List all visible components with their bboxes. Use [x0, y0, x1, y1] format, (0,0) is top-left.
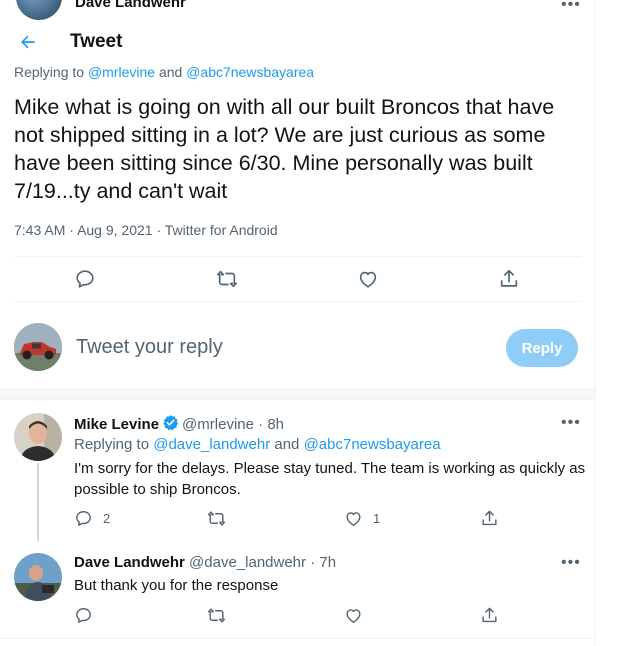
- separator: ·: [258, 416, 264, 433]
- retweet-button[interactable]: [207, 509, 236, 528]
- share-icon: [482, 607, 497, 623]
- heart-icon: [346, 609, 361, 623]
- replying-to-line: Replying to @mrlevine and @abc7newsbayar…: [14, 64, 314, 80]
- section-divider: [0, 388, 596, 400]
- previous-tweet-clipped: Dave Landwehr •••: [0, 0, 596, 22]
- divider: [0, 638, 596, 639]
- reply-button[interactable]: [74, 268, 96, 290]
- speech-bubble-icon: [76, 270, 94, 288]
- thread-line: [37, 463, 39, 541]
- reply-button[interactable]: 2: [74, 509, 110, 528]
- separator: ·: [69, 222, 74, 238]
- share-button[interactable]: [480, 606, 499, 625]
- retweet-icon: [217, 270, 237, 288]
- tweet-date[interactable]: Aug 9, 2021: [77, 222, 153, 238]
- share-icon: [482, 510, 497, 526]
- like-button[interactable]: 1: [344, 509, 380, 528]
- more-dots-icon[interactable]: •••: [561, 0, 581, 14]
- heart-icon: [346, 512, 361, 526]
- reply-input[interactable]: [76, 336, 456, 359]
- retweet-icon: [207, 608, 226, 623]
- share-icon: [500, 269, 518, 287]
- more-dots-icon[interactable]: •••: [561, 554, 581, 572]
- separator: ·: [310, 554, 316, 571]
- mention-link[interactable]: @abc7newsbayarea: [304, 436, 441, 453]
- mention-link[interactable]: @abc7newsbayarea: [186, 64, 314, 80]
- author-name[interactable]: Mike Levine: [74, 416, 159, 433]
- replying-label: Replying to: [14, 64, 85, 80]
- author-handle[interactable]: @dave_landwehr: [189, 554, 306, 571]
- top-nav: Tweet: [0, 22, 596, 62]
- tweet-source[interactable]: Twitter for Android: [165, 222, 278, 238]
- back-button[interactable]: [14, 28, 42, 56]
- avatar[interactable]: [14, 413, 62, 461]
- reply-submit-button[interactable]: Reply: [506, 329, 578, 367]
- like-count: 1: [373, 511, 381, 526]
- separator: ·: [156, 222, 162, 238]
- reply-count: 2: [103, 511, 111, 526]
- avatar[interactable]: [14, 323, 62, 371]
- tweet-time[interactable]: 7:43 AM: [14, 222, 65, 238]
- tweet-meta: 7:43 AM · Aug 9, 2021 · Twitter for Andr…: [14, 222, 278, 238]
- retweet-button[interactable]: [207, 606, 236, 625]
- avatar[interactable]: [16, 0, 62, 20]
- author-handle[interactable]: @mrlevine: [182, 416, 254, 433]
- reply-age[interactable]: 7h: [319, 554, 336, 571]
- retweet-button[interactable]: [216, 268, 238, 290]
- arrow-left-icon: [21, 35, 35, 49]
- author-name[interactable]: Dave Landwehr: [74, 554, 185, 571]
- speech-bubble-icon: [76, 608, 91, 623]
- more-dots-icon[interactable]: •••: [561, 414, 581, 432]
- and-text: and: [274, 436, 300, 453]
- reply-header: Mike Levine @mrlevine · 8h: [74, 414, 284, 433]
- frame-border: [595, 0, 596, 646]
- like-button[interactable]: [357, 268, 379, 290]
- replying-to-line: Replying to @dave_landwehr and @abc7news…: [74, 436, 441, 453]
- reply-text: But thank you for the response: [74, 577, 279, 594]
- author-name[interactable]: Dave Landwehr: [75, 0, 186, 11]
- reply-header: Dave Landwehr @dave_landwehr · 7h: [74, 554, 336, 571]
- share-button[interactable]: [498, 268, 520, 290]
- replying-label: Replying to: [74, 436, 150, 453]
- avatar[interactable]: [14, 553, 62, 601]
- share-button[interactable]: [480, 509, 499, 528]
- like-button[interactable]: [344, 606, 373, 625]
- page-title: Tweet: [70, 31, 123, 52]
- heart-icon: [359, 271, 377, 288]
- tweet-text: Mike what is going on with all our built…: [14, 95, 555, 203]
- retweet-icon: [207, 511, 226, 526]
- speech-bubble-icon: [76, 511, 91, 526]
- verified-badge-icon: [163, 415, 179, 431]
- reply-button[interactable]: [74, 606, 103, 625]
- mention-link[interactable]: @mrlevine: [88, 64, 155, 80]
- reply-text: I'm sorry for the delays. Please stay tu…: [74, 460, 586, 498]
- divider: [14, 301, 581, 302]
- mention-link[interactable]: @dave_landwehr: [153, 436, 270, 453]
- and-text: and: [158, 64, 183, 80]
- divider: [14, 256, 581, 257]
- reply-age[interactable]: 8h: [267, 416, 284, 433]
